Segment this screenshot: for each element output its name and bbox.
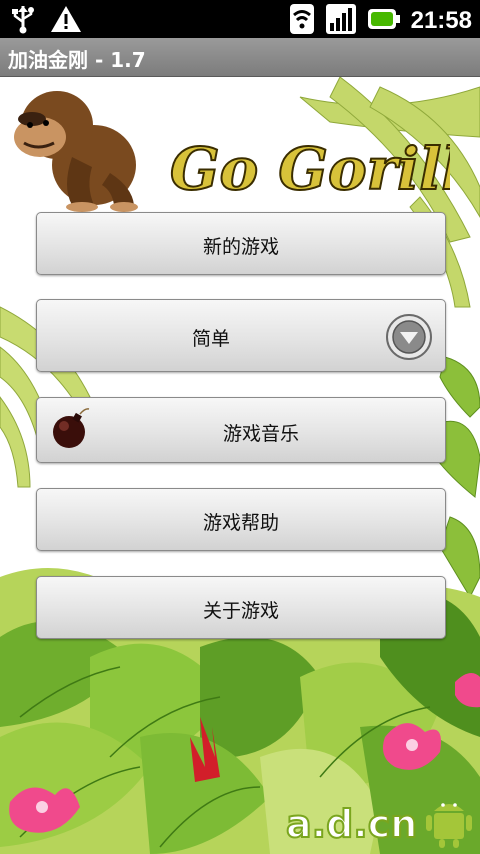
music-label: 游戏音乐: [222, 423, 299, 445]
about-button[interactable]: 关于游戏: [36, 576, 446, 639]
svg-text:a.d.cn: a.d.cn: [286, 802, 417, 846]
status-bar: 21:58: [0, 0, 480, 38]
new-game-button[interactable]: 新的游戏: [36, 212, 446, 275]
watermark-logo: a.d.cn: [285, 801, 472, 848]
svg-text:Go Gorilla!: Go Gorilla!: [170, 135, 450, 203]
difficulty-spinner[interactable]: 简单: [36, 299, 446, 372]
battery-icon: [367, 7, 401, 35]
main-menu-screen: Go Gorilla! 新的游戏 简单 游戏音乐 游戏帮助 关于游戏 a.d.c…: [0, 77, 480, 854]
app-title: 加油金刚 - 1.7: [8, 48, 146, 72]
clock: 21:58: [410, 7, 472, 34]
android-robot-icon: [426, 803, 472, 848]
wifi-icon: [289, 3, 315, 39]
difficulty-label: 简单: [191, 328, 230, 350]
music-toggle-button[interactable]: 游戏音乐: [36, 397, 446, 463]
help-button[interactable]: 游戏帮助: [36, 488, 446, 551]
chevron-down-icon: [386, 314, 432, 360]
title-bar: 加油金刚 - 1.7: [0, 38, 480, 77]
new-game-label: 新的游戏: [202, 236, 279, 258]
go-gorilla-logo: Go Gorilla!: [170, 134, 450, 204]
help-label: 游戏帮助: [202, 512, 279, 534]
gorilla-mascot: [14, 91, 138, 212]
warning-icon: [50, 4, 82, 38]
about-label: 关于游戏: [202, 600, 279, 622]
usb-icon: [10, 4, 36, 38]
signal-icon: [325, 3, 357, 39]
